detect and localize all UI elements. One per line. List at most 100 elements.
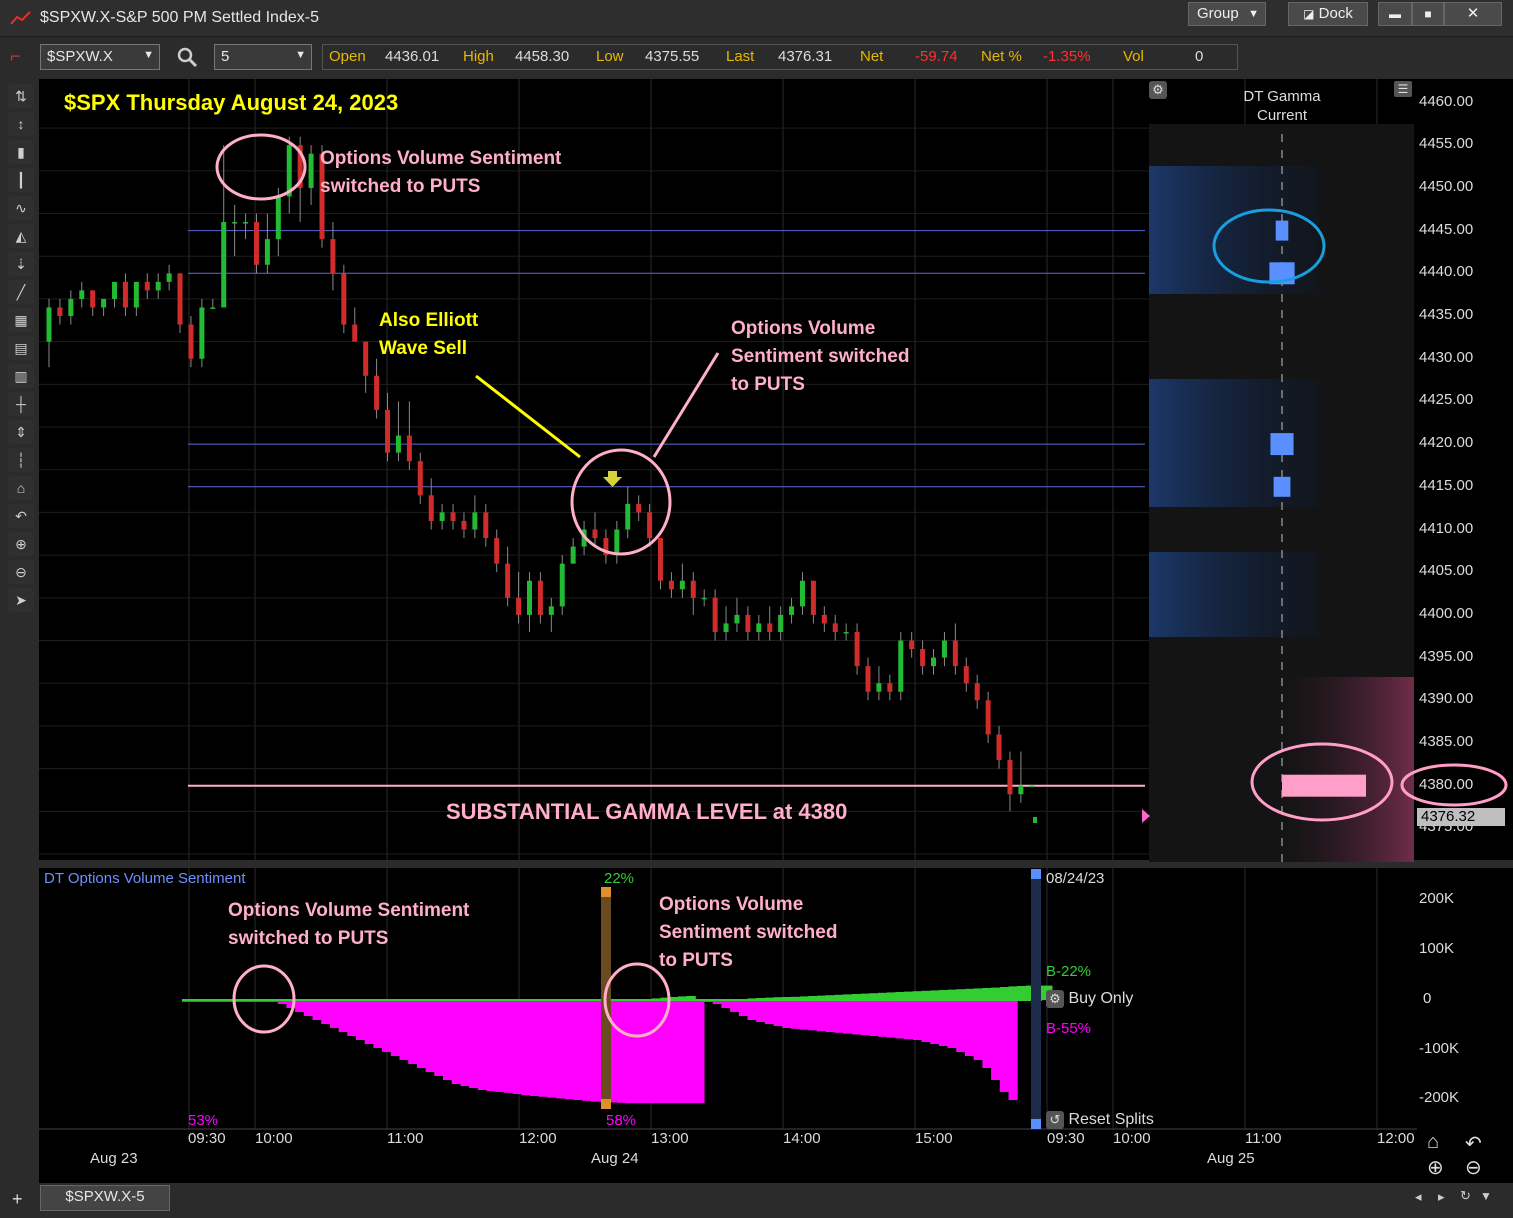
puts-bar	[312, 1000, 322, 1020]
chevron-down-icon: ▼	[143, 49, 154, 61]
spacing-icon[interactable]: ⇣	[8, 252, 34, 276]
price-tick: 4405.00	[1419, 562, 1474, 580]
cursor-icon[interactable]: ↕	[8, 112, 34, 136]
sentiment-tick: -200K	[1419, 1089, 1460, 1106]
title-bar: $SPXW.X-S&P 500 PM Settled Index-5 Group…	[0, 0, 1513, 37]
gamma-bar	[1273, 476, 1291, 497]
candles-icon[interactable]: ▮	[8, 140, 34, 164]
home-icon[interactable]: ⌂	[8, 476, 34, 500]
undo-icon[interactable]: ↶	[1465, 1131, 1482, 1156]
trend-icon[interactable]: ╱	[8, 280, 34, 304]
puts-bar	[947, 1000, 957, 1048]
puts-bar	[747, 1000, 757, 1020]
puts-bar	[625, 1000, 635, 1104]
minimize-icon: ▬	[1389, 7, 1401, 21]
puts-bar	[521, 1000, 531, 1096]
puts-note-2-line2: Sentiment switched	[731, 346, 910, 367]
minimize-button[interactable]: ▬	[1378, 2, 1412, 26]
puts-bar	[904, 1000, 914, 1040]
puts-bar	[643, 1000, 653, 1104]
candle-body	[985, 700, 991, 735]
time-tick: 12:00	[1377, 1130, 1415, 1147]
candle-body	[647, 512, 653, 539]
zoom-out-icon[interactable]: ⊖	[1465, 1155, 1482, 1180]
puts-bar	[303, 1000, 313, 1016]
chart-canvas	[39, 79, 1513, 1130]
drag-icon[interactable]: ⇕	[8, 420, 34, 444]
dock-button[interactable]: ◪ Dock	[1288, 2, 1368, 26]
candle-body	[941, 640, 947, 658]
gamma-bar	[1275, 220, 1289, 241]
grid3-icon[interactable]: ▥	[8, 364, 34, 388]
puts-bar	[686, 1000, 696, 1104]
undo-icon[interactable]: ↶	[8, 504, 34, 528]
puts-bar	[999, 1000, 1009, 1092]
area-icon[interactable]: ◭	[8, 224, 34, 248]
calls-bar	[1017, 986, 1027, 1000]
reference-lines	[188, 230, 1145, 787]
tab-spxw[interactable]: $SPXW.X-5	[40, 1185, 170, 1211]
scroll-right-icon[interactable]: ▸	[1438, 1189, 1445, 1205]
candle-body	[177, 273, 183, 325]
puts-bar	[721, 1000, 731, 1008]
gamma-title-line2: Current	[1256, 107, 1308, 124]
puts-note-2-line3: to PUTS	[731, 374, 805, 395]
candle-body	[559, 563, 565, 607]
reset-icon: ↺	[1046, 1111, 1064, 1129]
low-value: 4375.55	[645, 48, 700, 65]
grid-icon[interactable]: ▦	[8, 308, 34, 332]
group-dropdown[interactable]: Group ▼	[1188, 2, 1266, 26]
scroll-left-icon[interactable]: ◂	[1415, 1189, 1422, 1205]
candle-body	[952, 640, 958, 667]
chart-area[interactable]: 4460.00 4455.00 4450.00 4445.00 4440.00 4435.…	[39, 79, 1513, 1183]
puts-bar	[695, 1000, 705, 1104]
price-tick: 4400.00	[1419, 604, 1474, 622]
net-value: -59.74	[915, 48, 958, 65]
high-value: 4458.30	[515, 48, 570, 65]
close-button[interactable]: ✕	[1444, 2, 1502, 26]
reset-splits-button[interactable]: ↺ Reset Splits	[1046, 1111, 1154, 1129]
pointer-icon[interactable]: ➤	[8, 588, 34, 612]
refresh-icon[interactable]: ↻	[1460, 1188, 1471, 1204]
candle-body	[668, 580, 674, 590]
candle-body	[505, 563, 511, 598]
candle-body	[188, 324, 194, 359]
gear-icon[interactable]: ⚙	[1149, 81, 1167, 99]
chevron-down-icon[interactable]: ▼	[1480, 1189, 1492, 1203]
puts-bar	[791, 1000, 801, 1029]
buy-only-toggle[interactable]: ⚙ Buy Only	[1046, 990, 1133, 1008]
candle-body	[79, 290, 85, 299]
marker-icon[interactable]: ┆	[8, 448, 34, 472]
candle-body	[789, 606, 795, 615]
time-tick: 15:00	[915, 1130, 953, 1147]
puts-bar	[817, 1000, 827, 1032]
pct-bottom-marker: 58%	[606, 1112, 637, 1129]
menu-icon[interactable]: ☰	[1394, 81, 1412, 97]
session-marker-top	[1031, 869, 1041, 879]
search-icon[interactable]	[176, 46, 198, 68]
add-tab-button[interactable]: +	[12, 1189, 23, 1210]
candlesticks	[46, 136, 1035, 812]
line-icon[interactable]: ∿	[8, 196, 34, 220]
zoom-out-icon[interactable]: ⊖	[8, 560, 34, 584]
candle-body	[548, 606, 554, 615]
zoom-in-icon[interactable]: ⊕	[1427, 1155, 1444, 1180]
symbol-input[interactable]: $SPXW.X ▼	[40, 44, 160, 70]
crosshair-icon[interactable]: ┼	[8, 392, 34, 416]
arrows-icon[interactable]: ⇅	[8, 84, 34, 108]
zoom-in-icon[interactable]: ⊕	[8, 532, 34, 556]
home-icon[interactable]: ⌂	[1427, 1131, 1439, 1154]
candle-body	[112, 281, 118, 299]
puts-bar	[878, 1000, 888, 1037]
price-tick: 4385.00	[1419, 733, 1474, 750]
grid2-icon[interactable]: ▤	[8, 336, 34, 360]
puts-bar	[921, 1000, 931, 1042]
open-value: 4436.01	[385, 48, 440, 65]
bars-icon[interactable]: ┃	[8, 168, 34, 192]
interval-input[interactable]: 5 ▼	[214, 44, 312, 70]
puts-bar	[416, 1000, 427, 1068]
price-tick: 4395.00	[1419, 647, 1474, 665]
maximize-button[interactable]: ■	[1412, 2, 1444, 26]
link-icon[interactable]: ⌐	[10, 46, 21, 67]
quote-strip: Open 4436.01 High 4458.30 Low 4375.55 La…	[322, 44, 1238, 70]
